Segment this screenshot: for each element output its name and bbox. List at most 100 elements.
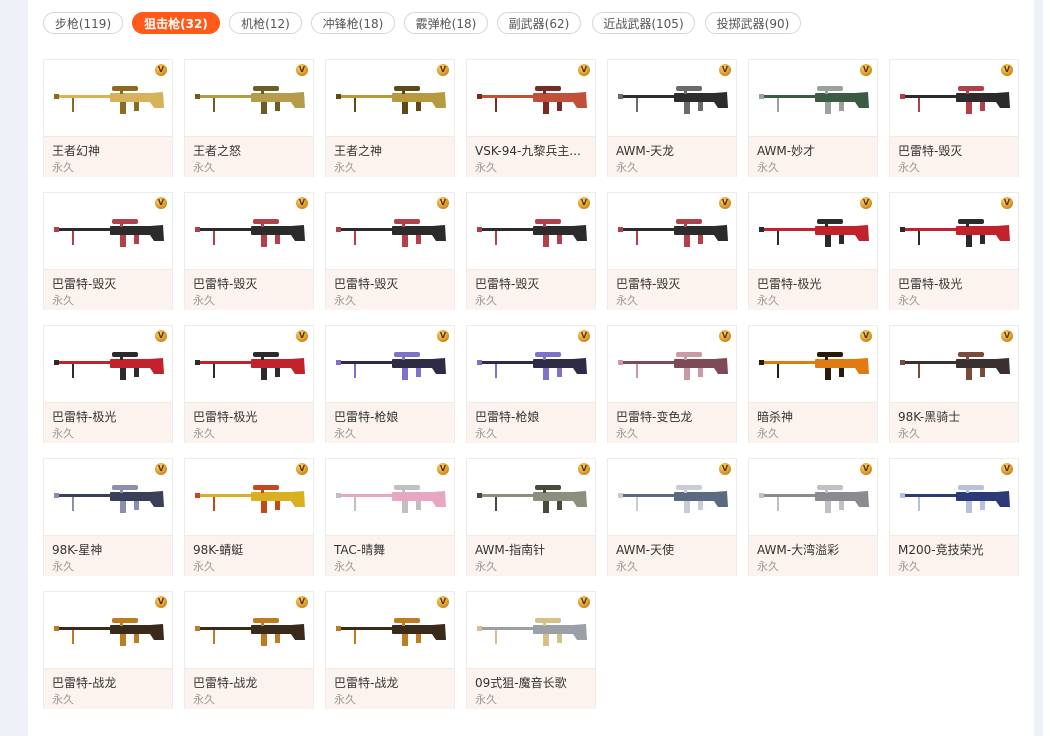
weapon-duration: 永久 [475, 427, 497, 440]
weapon-card[interactable]: V 巴雷特-毁灭 永久 [43, 192, 173, 310]
v-badge-icon: V [437, 596, 449, 608]
weapon-card[interactable]: V 巴雷特-极光 永久 [889, 192, 1019, 310]
sniper-rifle-icon [195, 86, 305, 114]
weapon-duration: 永久 [475, 560, 497, 573]
weapon-image: V [326, 193, 454, 269]
sniper-rifle-icon [759, 86, 869, 114]
weapon-name: 巴雷特-毁灭 [334, 277, 399, 291]
sniper-rifle-icon [195, 352, 305, 380]
weapon-name: 王者幻神 [52, 144, 101, 158]
v-badge-icon: V [578, 463, 590, 475]
v-badge-icon: V [719, 64, 731, 76]
v-badge-icon: V [296, 330, 308, 342]
sniper-rifle-icon [618, 485, 728, 513]
weapon-card[interactable]: V 巴雷特-毁灭 永久 [889, 59, 1019, 177]
weapon-image: V [890, 60, 1018, 136]
weapon-card[interactable]: V 09式狙-魔音长歌 永久 [466, 591, 596, 709]
weapon-card[interactable]: V 巴雷特-毁灭 永久 [184, 192, 314, 310]
weapon-image: V [608, 193, 736, 269]
weapon-image: V [185, 60, 313, 136]
weapon-card[interactable]: V 巴雷特-枪娘 永久 [466, 325, 596, 443]
weapon-name: 暗杀神 [757, 410, 794, 424]
tab-shotgun[interactable]: 霰弹枪(18) [404, 12, 488, 34]
weapon-name: 09式狙-魔音长歌 [475, 676, 567, 690]
weapon-card[interactable]: V 巴雷特-战龙 永久 [184, 591, 314, 709]
v-badge-icon: V [296, 64, 308, 76]
weapon-card[interactable]: V TAC-晴舞 永久 [325, 458, 455, 576]
weapon-card[interactable]: V 巴雷特-变色龙 永久 [607, 325, 737, 443]
weapon-duration: 永久 [334, 294, 356, 307]
weapon-card[interactable]: V AWM-天龙 永久 [607, 59, 737, 177]
weapon-info: 巴雷特-极光 永久 [749, 269, 877, 310]
weapon-duration: 永久 [193, 560, 215, 573]
weapon-duration: 永久 [52, 560, 74, 573]
sniper-rifle-icon [759, 219, 869, 247]
weapon-card[interactable]: V 98K-蜻蜓 永久 [184, 458, 314, 576]
weapon-card[interactable]: V 巴雷特-战龙 永久 [325, 591, 455, 709]
tab-smg[interactable]: 冲锋枪(18) [311, 12, 395, 34]
sniper-rifle-icon [195, 485, 305, 513]
weapon-info: 巴雷特-枪娘 永久 [467, 402, 595, 443]
weapon-card[interactable]: V 暗杀神 永久 [748, 325, 878, 443]
sniper-rifle-icon [477, 485, 587, 513]
weapon-card[interactable]: V 巴雷特-毁灭 永久 [466, 192, 596, 310]
weapon-image: V [467, 459, 595, 535]
weapon-name: AWM-妙才 [757, 144, 816, 158]
weapon-image: V [467, 193, 595, 269]
weapon-image: V [326, 459, 454, 535]
v-badge-icon: V [437, 64, 449, 76]
weapon-card[interactable]: V AWM-指南针 永久 [466, 458, 596, 576]
weapon-card[interactable]: V AWM-天使 永久 [607, 458, 737, 576]
tab-secondary[interactable]: 副武器(62) [497, 12, 581, 34]
weapon-duration: 永久 [757, 161, 779, 174]
sniper-rifle-icon [54, 219, 164, 247]
weapon-info: AWM-天使 永久 [608, 535, 736, 576]
weapon-duration: 永久 [193, 427, 215, 440]
weapon-image: V [44, 60, 172, 136]
weapon-card[interactable]: V 巴雷特-战龙 永久 [43, 591, 173, 709]
weapon-card[interactable]: V 98K-星神 永久 [43, 458, 173, 576]
v-badge-icon: V [860, 330, 872, 342]
weapon-card[interactable]: V 王者之神 永久 [325, 59, 455, 177]
tab-rifle[interactable]: 步枪(119) [43, 12, 123, 34]
weapon-card[interactable]: V VSK-94-九黎兵主... 永久 [466, 59, 596, 177]
weapon-card[interactable]: V 王者幻神 永久 [43, 59, 173, 177]
weapon-duration: 永久 [334, 560, 356, 573]
weapon-info: 巴雷特-毁灭 永久 [185, 269, 313, 310]
sniper-rifle-icon [54, 86, 164, 114]
weapon-duration: 永久 [52, 427, 74, 440]
tab-melee[interactable]: 近战武器(105) [592, 12, 695, 34]
weapon-card[interactable]: V 巴雷特-极光 永久 [184, 325, 314, 443]
weapon-card[interactable]: V 王者之怒 永久 [184, 59, 314, 177]
v-badge-icon: V [296, 463, 308, 475]
weapon-info: 王者幻神 永久 [44, 136, 172, 177]
tab-throwable[interactable]: 投掷武器(90) [705, 12, 801, 34]
weapon-card[interactable]: V 巴雷特-极光 永久 [43, 325, 173, 443]
weapon-card[interactable]: V 巴雷特-毁灭 永久 [325, 192, 455, 310]
weapon-card[interactable]: V 巴雷特-毁灭 永久 [607, 192, 737, 310]
weapon-image: V [608, 60, 736, 136]
weapon-card[interactable]: V 巴雷特-枪娘 永久 [325, 325, 455, 443]
weapon-image: V [467, 326, 595, 402]
weapon-card[interactable]: V 巴雷特-极光 永久 [748, 192, 878, 310]
weapon-duration: 永久 [193, 693, 215, 706]
weapon-duration: 永久 [475, 693, 497, 706]
weapon-card[interactable]: V 98K-黑骑士 永久 [889, 325, 1019, 443]
weapon-name: 巴雷特-变色龙 [616, 410, 693, 424]
weapon-name: 巴雷特-战龙 [334, 676, 399, 690]
weapon-info: AWM-指南针 永久 [467, 535, 595, 576]
weapon-info: 巴雷特-极光 永久 [890, 269, 1018, 310]
v-badge-icon: V [578, 330, 590, 342]
v-badge-icon: V [155, 463, 167, 475]
weapon-name: AWM-天使 [616, 543, 675, 557]
tab-sniper[interactable]: 狙击枪(32) [132, 12, 220, 34]
v-badge-icon: V [155, 197, 167, 209]
weapon-card[interactable]: V AWM-妙才 永久 [748, 59, 878, 177]
weapon-card[interactable]: V M200-竞技荣光 永久 [889, 458, 1019, 576]
tab-machine-gun[interactable]: 机枪(12) [229, 12, 302, 34]
weapon-name: 巴雷特-毁灭 [898, 144, 963, 158]
weapon-card[interactable]: V AWM-大湾溢彩 永久 [748, 458, 878, 576]
weapon-image: V [185, 592, 313, 668]
weapon-info: VSK-94-九黎兵主... 永久 [467, 136, 595, 177]
weapon-duration: 永久 [334, 427, 356, 440]
